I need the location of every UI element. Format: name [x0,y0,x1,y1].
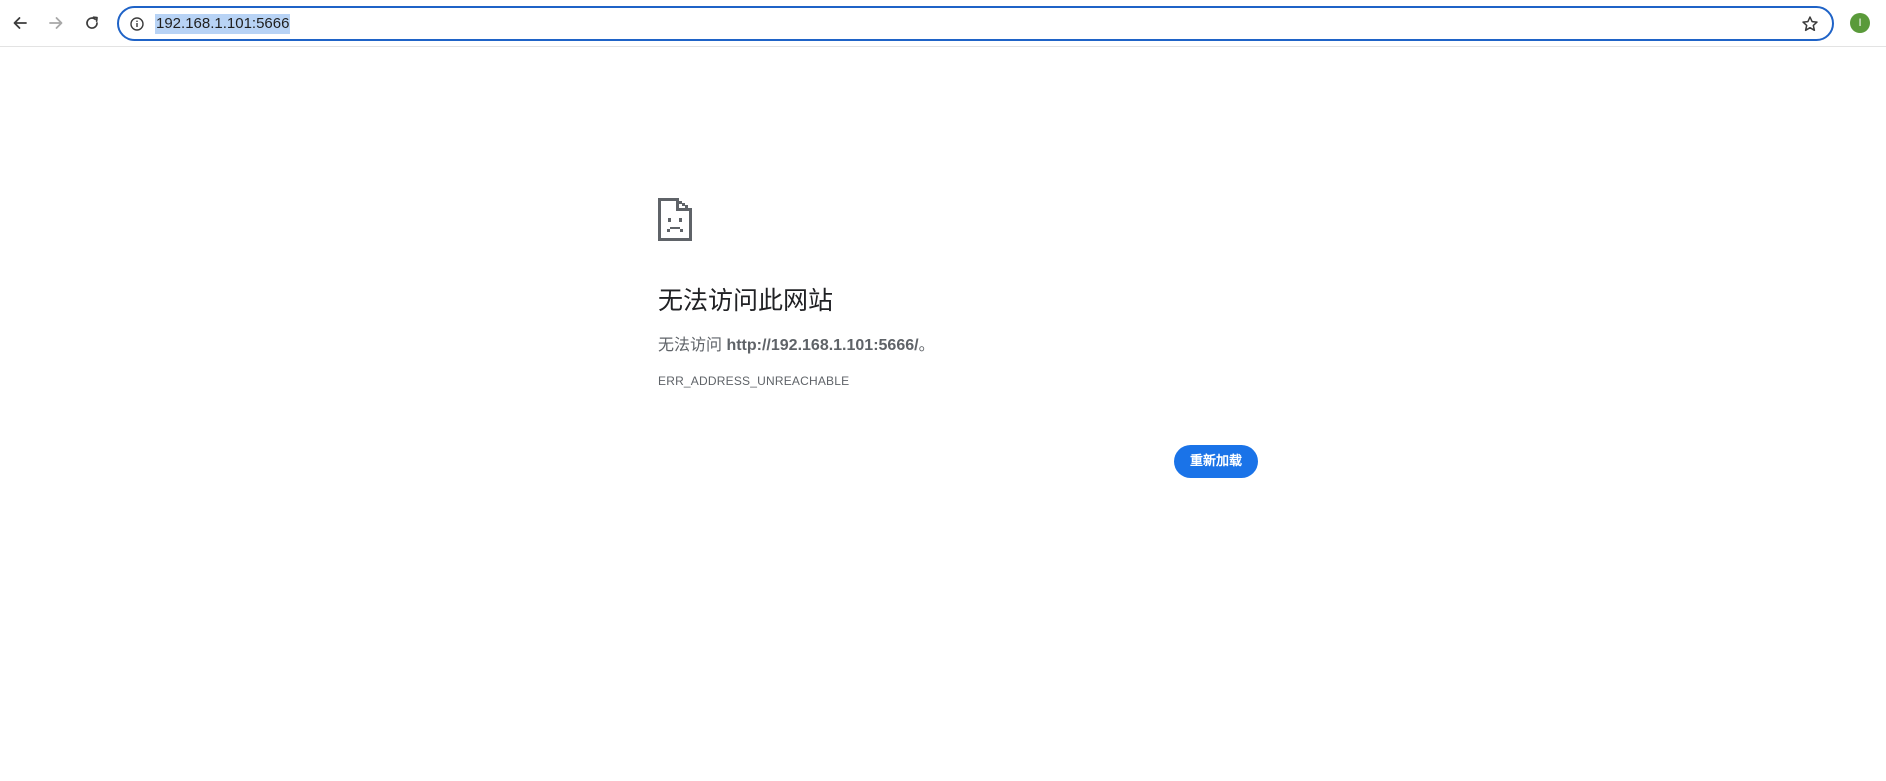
error-description-suffix: 。 [918,337,935,354]
forward-button[interactable] [42,9,70,37]
reload-toolbar-button[interactable] [78,9,106,37]
address-bar[interactable]: 192.168.1.101:5666 [117,6,1834,41]
profile-avatar[interactable]: I [1850,13,1870,33]
error-description-prefix: 无法访问 [658,337,727,354]
error-code: ERR_ADDRESS_UNREACHABLE [658,374,850,388]
info-circle-icon[interactable] [128,15,146,33]
error-description: 无法访问 http://192.168.1.101:5666/。 [658,335,935,357]
browser-toolbar: 192.168.1.101:5666 I [0,0,1886,47]
sad-document-icon [658,198,692,241]
address-bar-url[interactable]: 192.168.1.101:5666 [155,14,291,34]
error-title: 无法访问此网站 [658,287,834,315]
arrow-left-icon [13,17,27,29]
refresh-icon [86,16,98,29]
arrow-right-icon [49,17,63,29]
back-button[interactable] [6,9,34,37]
error-url: http://192.168.1.101:5666/ [726,337,919,354]
bookmark-star-icon[interactable] [1800,14,1820,34]
reload-button[interactable]: 重新加载 [1174,445,1258,478]
